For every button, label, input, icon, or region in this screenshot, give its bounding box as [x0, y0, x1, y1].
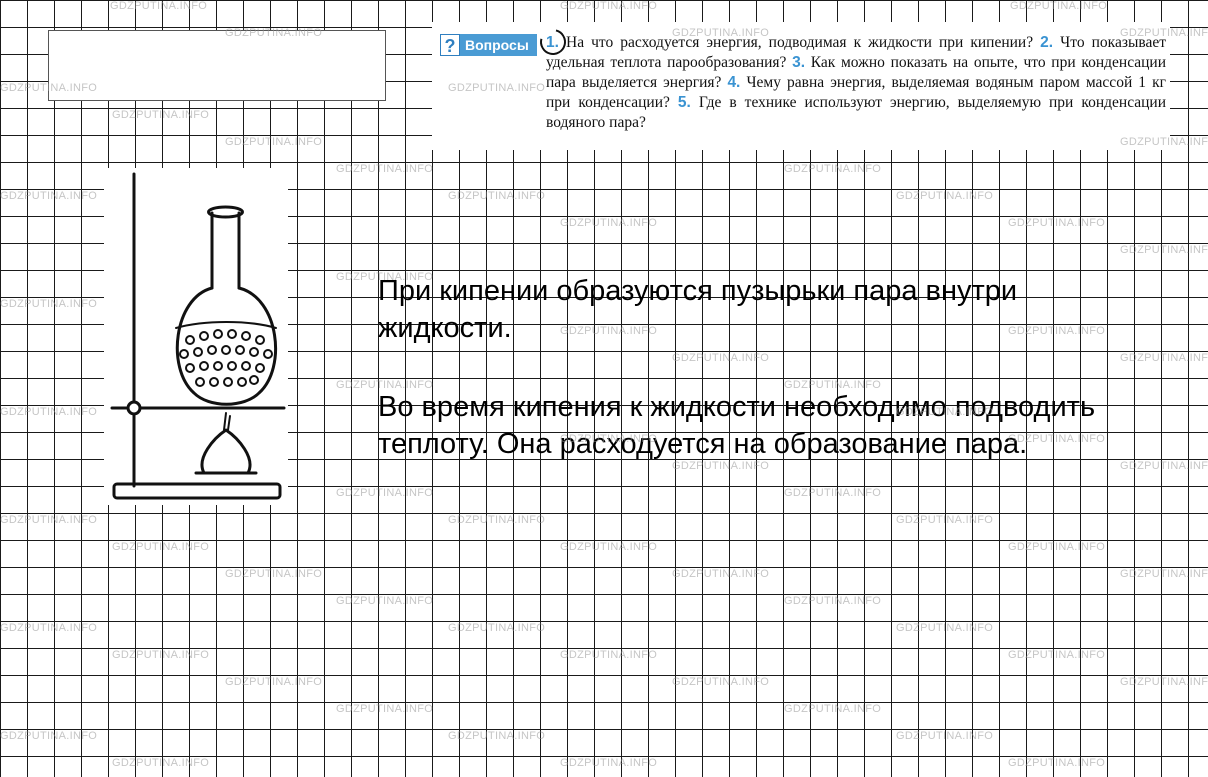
- watermark: GDZPUTINA.INFO: [0, 406, 98, 418]
- watermark: GDZPUTINA.INFO: [1008, 541, 1106, 553]
- watermark: GDZPUTINA.INFO: [448, 622, 546, 634]
- answer-paragraph-2: Во время кипения к жидкости необходимо п…: [378, 391, 1096, 460]
- watermark: GDZPUTINA.INFO: [336, 703, 434, 715]
- watermark: GDZPUTINA.INFO: [112, 757, 210, 769]
- watermark: GDZPUTINA.INFO: [0, 298, 98, 310]
- watermark: GDZPUTINA.INFO: [1120, 568, 1208, 580]
- watermark: GDZPUTINA.INFO: [448, 730, 546, 742]
- boiling-flask-illustration: [104, 168, 288, 505]
- watermark: GDZPUTINA.INFO: [448, 514, 546, 526]
- watermark: GDZPUTINA.INFO: [1120, 460, 1208, 472]
- watermark: GDZPUTINA.INFO: [560, 217, 658, 229]
- watermark: GDZPUTINA.INFO: [784, 595, 882, 607]
- watermark: GDZPUTINA.INFO: [896, 622, 994, 634]
- watermark: GDZPUTINA.INFO: [225, 676, 323, 688]
- watermark: GDZPUTINA.INFO: [784, 163, 882, 175]
- watermark: GDZPUTINA.INFO: [1120, 352, 1208, 364]
- watermark: GDZPUTINA.INFO: [896, 190, 994, 202]
- watermark: GDZPUTINA.INFO: [672, 676, 770, 688]
- question-mark-icon: ?: [440, 34, 460, 56]
- question-3-number: 3.: [792, 54, 806, 71]
- watermark: GDZPUTINA.INFO: [1120, 244, 1208, 256]
- burner-flame: [223, 412, 231, 431]
- watermark: GDZPUTINA.INFO: [336, 595, 434, 607]
- answer-text-block: При кипении образуются пузырьки пара вну…: [378, 273, 1118, 505]
- watermark: GDZPUTINA.INFO: [0, 514, 98, 526]
- watermark: GDZPUTINA.INFO: [896, 514, 994, 526]
- watermark: GDZPUTINA.INFO: [1008, 217, 1106, 229]
- watermark: GDZPUTINA.INFO: [560, 757, 658, 769]
- question-4-number: 4.: [727, 74, 741, 91]
- questions-block: ? Вопросы 1. На что расходуется энергия,…: [432, 22, 1170, 150]
- answer-paragraph-1: При кипении образуются пузырьки пара вну…: [378, 275, 1018, 344]
- flask-on-burner-drawing: [110, 172, 286, 500]
- watermark: GDZPUTINA.INFO: [448, 190, 546, 202]
- watermark: GDZPUTINA.INFO: [896, 730, 994, 742]
- watermark: GDZPUTINA.INFO: [0, 190, 98, 202]
- burner-body: [200, 428, 252, 475]
- empty-answer-box: [48, 30, 386, 101]
- question-2-number: 2.: [1040, 34, 1054, 51]
- watermark: GDZPUTINA.INFO: [225, 136, 323, 148]
- questions-text: 1. На что расходуется энергия, подводима…: [546, 33, 1166, 133]
- watermark: GDZPUTINA.INFO: [1010, 0, 1108, 12]
- watermark: GDZPUTINA.INFO: [112, 541, 210, 553]
- watermark: GDZPUTINA.INFO: [336, 163, 434, 175]
- watermark: GDZPUTINA.INFO: [560, 0, 658, 12]
- watermark: GDZPUTINA.INFO: [112, 649, 210, 661]
- watermark: GDZPUTINA.INFO: [560, 541, 658, 553]
- watermark: GDZPUTINA.INFO: [1008, 757, 1106, 769]
- watermark: GDZPUTINA.INFO: [560, 649, 658, 661]
- question-1-number: 1.: [546, 34, 559, 51]
- watermark: GDZPUTINA.INFO: [1008, 649, 1106, 661]
- watermark: GDZPUTINA.INFO: [112, 109, 210, 121]
- question-5-number: 5.: [677, 94, 691, 111]
- liquid-surface: [175, 321, 277, 329]
- watermark: GDZPUTINA.INFO: [0, 622, 98, 634]
- stand-base: [112, 482, 282, 500]
- questions-badge: ? Вопросы: [440, 34, 537, 56]
- question-1-text: На что расходуется энергия, подводимая к…: [566, 34, 1034, 51]
- watermark: GDZPUTINA.INFO: [784, 703, 882, 715]
- questions-badge-label: Вопросы: [465, 37, 529, 53]
- watermark: GDZPUTINA.INFO: [672, 568, 770, 580]
- watermark: GDZPUTINA.INFO: [1120, 676, 1208, 688]
- watermark: GDZPUTINA.INFO: [225, 568, 323, 580]
- watermark: GDZPUTINA.INFO: [0, 730, 98, 742]
- flask-mouth: [207, 205, 244, 219]
- flask-neck: [210, 211, 241, 290]
- clamp-knob: [126, 400, 142, 416]
- watermark: GDZPUTINA.INFO: [110, 0, 208, 12]
